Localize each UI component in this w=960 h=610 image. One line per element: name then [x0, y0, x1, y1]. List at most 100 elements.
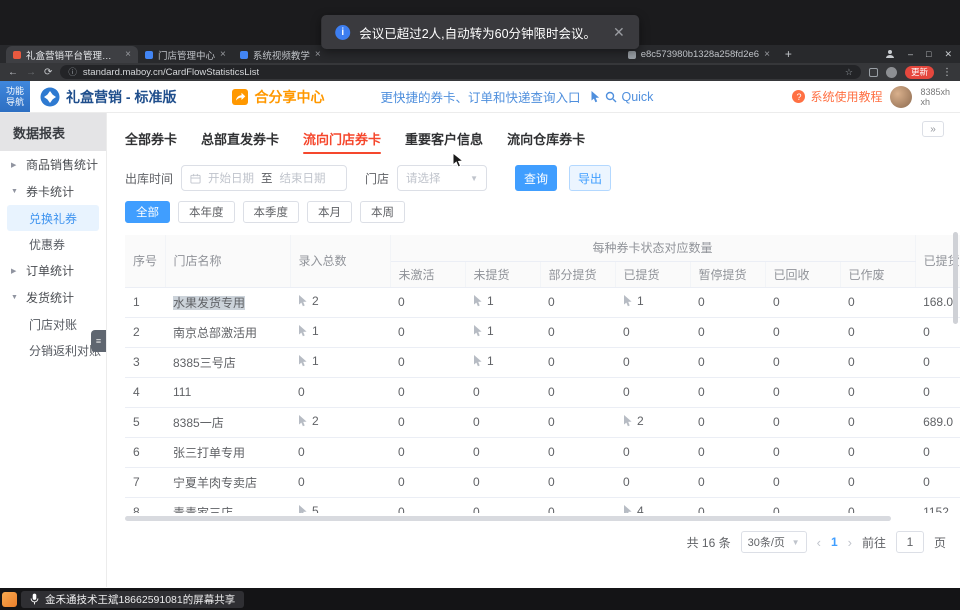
sidebar-item[interactable]: 兑换礼券 [7, 205, 99, 231]
address-bar[interactable]: ⓘ standard.maboy.cn/CardFlowStatisticsLi… [60, 65, 861, 79]
tab-close-icon[interactable]: × [764, 49, 770, 60]
vertical-scrollbar[interactable] [953, 232, 958, 324]
browser-tab[interactable]: 系统视频教学× [233, 46, 328, 63]
cell-status: 0 [840, 497, 915, 513]
minimize-button[interactable]: – [908, 49, 913, 59]
pointer-icon[interactable] [473, 295, 483, 307]
quick-filter-button[interactable]: 全部 [125, 201, 170, 223]
quick-filter-button[interactable]: 本年度 [178, 201, 235, 223]
share-center-link[interactable]: 合分享中心 [232, 87, 324, 107]
panel-expand-button[interactable]: » [922, 121, 944, 137]
content-tab[interactable]: 全部券卡 [125, 129, 177, 148]
sidebar-menu: ▶商品销售统计▼券卡统计兑换礼券优惠券▶订单统计▼发货统计门店对账分销返利对账 [0, 151, 106, 363]
cell-status: 0 [840, 377, 915, 407]
browser-tab[interactable]: 门店管理中心× [138, 46, 233, 63]
quick-filter-button[interactable]: 本月 [307, 201, 352, 223]
close-window-button[interactable]: ✕ [944, 49, 952, 60]
pointer-icon[interactable] [298, 415, 308, 427]
horizontal-scrollbar[interactable] [125, 516, 891, 521]
browser-tab[interactable]: 礼盒营销平台管理中心× [6, 46, 138, 63]
cell-value: 0 [848, 325, 855, 339]
tutorial-link[interactable]: ? 系统使用教程 [792, 88, 882, 105]
function-nav-toggle[interactable]: 功能 导航 [0, 81, 30, 112]
pointer-icon[interactable] [473, 325, 483, 337]
sidebar-group[interactable]: ▼券卡统计 [0, 178, 106, 205]
user-avatar[interactable] [890, 86, 912, 108]
cell-index: 7 [125, 467, 165, 497]
forward-icon[interactable]: → [26, 67, 36, 78]
sidebar-group-label: 商品销售统计 [26, 156, 98, 173]
current-page[interactable]: 1 [831, 535, 838, 549]
pointer-icon[interactable] [623, 505, 633, 513]
pointer-icon[interactable] [298, 505, 308, 513]
nav-toggle-line2: 导航 [6, 97, 24, 108]
mouse-cursor [452, 152, 464, 172]
browser-menu-icon[interactable]: ⋮ [942, 67, 952, 78]
tab-favicon-icon [145, 51, 153, 59]
goto-page-input[interactable]: 1 [896, 531, 924, 553]
pointer-icon[interactable] [473, 355, 483, 367]
url-text: standard.maboy.cn/CardFlowStatisticsList [83, 67, 259, 78]
quick-filter-button[interactable]: 本季度 [243, 201, 300, 223]
tab-close-icon[interactable]: × [315, 49, 321, 60]
user-name: 8385xh [920, 87, 950, 97]
pointer-icon[interactable] [623, 415, 633, 427]
search-button[interactable]: 查询 [515, 165, 557, 191]
cell-index: 6 [125, 437, 165, 467]
user-info[interactable]: 8385xh xh [920, 87, 950, 107]
sidebar-group[interactable]: ▼发货统计 [0, 284, 106, 311]
cell-value: 0 [698, 475, 705, 489]
quick-search-link[interactable]: Quick [590, 90, 653, 104]
new-tab-button[interactable]: + [785, 46, 792, 62]
cell-value: 0 [773, 325, 780, 339]
toast-close-icon[interactable]: ✕ [613, 24, 625, 41]
bookmark-star-icon[interactable]: ☆ [845, 67, 853, 78]
pointer-icon[interactable] [298, 295, 308, 307]
browser-avatar-icon[interactable] [886, 67, 897, 78]
pointer-icon[interactable] [623, 295, 633, 307]
cell-status: 0 [465, 377, 540, 407]
content-tab[interactable]: 总部直发券卡 [201, 129, 279, 148]
browser-tab[interactable]: e8c573980b1328a258fd2e6× [621, 46, 777, 63]
col-status-group: 每种券卡状态对应数量 [390, 235, 915, 261]
sidebar-item[interactable]: 门店对账 [7, 311, 99, 337]
sidebar-group[interactable]: ▶商品销售统计 [0, 151, 106, 178]
extension-icon[interactable] [869, 68, 878, 77]
content-tab[interactable]: 流向门店券卡 [303, 129, 381, 148]
profile-icon[interactable] [885, 49, 895, 59]
page-size-select[interactable]: 30条/页 ▼ [741, 531, 807, 553]
tab-close-icon[interactable]: × [220, 49, 226, 60]
browser-toolbar: ← → ⟳ ⓘ standard.maboy.cn/CardFlowStatis… [0, 63, 960, 81]
back-icon[interactable]: ← [8, 67, 18, 78]
content-tab[interactable]: 重要客户信息 [405, 129, 483, 148]
store-select-placeholder: 请选择 [406, 170, 441, 186]
store-select[interactable]: 请选择 ▼ [397, 165, 487, 191]
date-range-picker[interactable]: 开始日期 至 结束日期 [181, 165, 347, 191]
pointer-icon[interactable] [298, 325, 308, 337]
export-button[interactable]: 导出 [569, 165, 611, 191]
tab-close-icon[interactable]: × [125, 49, 131, 60]
sidebar-group[interactable]: ▶订单统计 [0, 257, 106, 284]
status-column-header: 未激活 [390, 261, 465, 287]
browser-update-button[interactable]: 更新 [905, 66, 934, 79]
cell-status: 0 [615, 347, 690, 377]
sidebar-item[interactable]: 分销返利对账 [7, 337, 99, 363]
site-info-icon[interactable]: ⓘ [68, 66, 77, 78]
prev-page-button[interactable]: ‹ [817, 535, 821, 550]
cell-status: 1 [615, 287, 690, 317]
content-tab[interactable]: 流向仓库券卡 [507, 129, 585, 148]
quick-filter-button[interactable]: 本周 [360, 201, 405, 223]
meeting-app-icon[interactable] [2, 592, 17, 607]
sidebar-collapse-handle[interactable]: ≡ [91, 330, 106, 352]
reload-icon[interactable]: ⟳ [44, 67, 52, 78]
filter-bar: 出库时间 开始日期 至 结束日期 门店 请选择 ▼ 查询 导出 [125, 165, 960, 191]
next-page-button[interactable]: › [848, 535, 852, 550]
maximize-button[interactable]: □ [926, 49, 931, 59]
caret-down-icon: ▼ [11, 188, 20, 195]
screen-share-pill[interactable]: 金禾通技术王斌18662591081的屏幕共享 [21, 591, 244, 608]
meeting-toast: i 会议已超过2人,自动转为60分钟限时会议。 ✕ [321, 15, 639, 49]
sidebar-item[interactable]: 优惠券 [7, 231, 99, 257]
pointer-icon[interactable] [298, 355, 308, 367]
table-row: 1水果发货专用20101000168.0 [125, 287, 960, 317]
cell-status: 0 [690, 347, 765, 377]
